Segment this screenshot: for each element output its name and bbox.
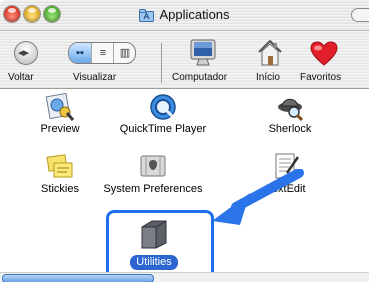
favorites-icon[interactable]	[310, 41, 338, 72]
finder-window: Applications ◂▸ Voltar ▪▪ ≡ ▥ Visualizar…	[0, 0, 369, 282]
back-label: Voltar	[8, 72, 34, 83]
computer-icon[interactable]	[190, 39, 216, 72]
computer-label: Computador	[172, 72, 228, 83]
folder-icon[interactable]	[139, 218, 171, 255]
toolbar: ◂▸ Voltar ▪▪ ≡ ▥ Visualizar Computador I…	[0, 31, 369, 89]
system-preferences-icon	[98, 151, 208, 183]
item-label: Stickies	[41, 183, 79, 195]
app-item-quicktime-player[interactable]: QuickTime Player	[118, 93, 208, 135]
app-item-stickies[interactable]: Stickies	[34, 151, 86, 195]
window-title-area: Applications	[0, 7, 369, 25]
horizontal-scrollbar[interactable]	[0, 272, 369, 282]
back-button[interactable]: ◂▸	[14, 41, 38, 65]
app-item-preview[interactable]: Preview	[32, 92, 88, 135]
icon-view-button[interactable]: ▪▪	[69, 43, 91, 63]
pointer-arrow-annotation	[206, 168, 306, 236]
home-label: Início	[256, 72, 280, 83]
back-arrow-icon: ◂▸	[18, 47, 30, 59]
window-title: Applications	[159, 7, 230, 22]
app-item-utilities[interactable]: Utilities	[130, 255, 178, 270]
home-icon[interactable]	[257, 39, 283, 72]
quicktime-icon	[118, 93, 208, 123]
item-label: Sherlock	[268, 123, 312, 135]
view-segmented-control[interactable]: ▪▪ ≡ ▥	[68, 42, 136, 64]
toolbar-toggle-button[interactable]	[351, 8, 369, 22]
item-label: QuickTime Player	[119, 123, 207, 135]
column-view-button[interactable]: ▥	[113, 43, 135, 63]
applications-folder-icon	[139, 9, 155, 25]
item-label: Preview	[40, 123, 80, 135]
preview-icon	[32, 92, 88, 123]
sherlock-icon	[262, 93, 318, 123]
item-label: System Preferences	[103, 183, 203, 195]
toolbar-separator	[161, 43, 162, 83]
title-bar: Applications	[0, 0, 369, 31]
app-item-system-preferences[interactable]: System Preferences	[98, 151, 208, 195]
file-icon-view: Preview QuickTime Player Sherlock Sticki…	[0, 89, 369, 282]
stickies-icon	[34, 151, 86, 183]
list-view-button[interactable]: ≡	[91, 43, 114, 63]
favorites-label: Favoritos	[300, 72, 342, 83]
view-label: Visualizar	[73, 72, 117, 83]
app-item-sherlock[interactable]: Sherlock	[262, 93, 318, 135]
scrollbar-thumb[interactable]	[2, 274, 154, 282]
